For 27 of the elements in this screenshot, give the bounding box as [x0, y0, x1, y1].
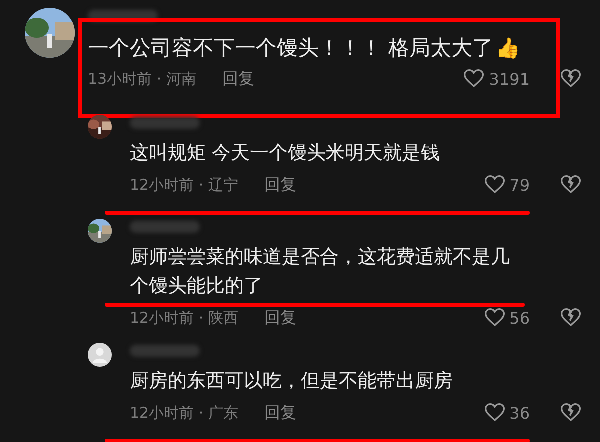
- reply-button[interactable]: 回复: [222, 68, 254, 90]
- like-button[interactable]: 3191: [463, 68, 530, 90]
- reply-button[interactable]: 回复: [264, 308, 296, 328]
- heart-icon: [484, 174, 506, 196]
- dislike-icon[interactable]: [560, 174, 582, 196]
- comment-time: 12小时前 · 广东: [130, 404, 238, 422]
- comment-time: 12小时前 · 陕西: [130, 308, 238, 328]
- like-button[interactable]: 79: [484, 174, 530, 196]
- like-button[interactable]: 56: [484, 307, 530, 329]
- heart-icon: [463, 68, 486, 90]
- comment-text: 厨师尝尝菜的味道是否合，这花费适就不是几个馒头能比的了: [130, 245, 511, 299]
- dislike-icon[interactable]: [560, 68, 582, 90]
- blurred-username: [130, 345, 200, 357]
- blurred-username: [130, 117, 200, 129]
- comment-text: 这叫规矩 今天一个馒头米明天就是钱: [130, 141, 442, 166]
- like-button[interactable]: 36: [484, 402, 530, 424]
- reply-button[interactable]: 回复: [264, 174, 296, 196]
- comment-text: 一个公司容不下一个馒头！！！ 格局太大了👍: [88, 35, 522, 62]
- reply-button[interactable]: 回复: [264, 402, 296, 424]
- heart-icon: [484, 307, 506, 329]
- blurred-username: [130, 221, 200, 233]
- dislike-icon[interactable]: [560, 402, 582, 424]
- dislike-icon[interactable]: [560, 307, 582, 329]
- heart-icon: [484, 402, 506, 424]
- comment-time: 13小时前 · 河南: [88, 70, 196, 88]
- comment-text: 厨房的东西可以吃，但是不能带出厨房: [130, 369, 454, 394]
- comment-time: 12小时前 · 辽宁: [130, 176, 238, 194]
